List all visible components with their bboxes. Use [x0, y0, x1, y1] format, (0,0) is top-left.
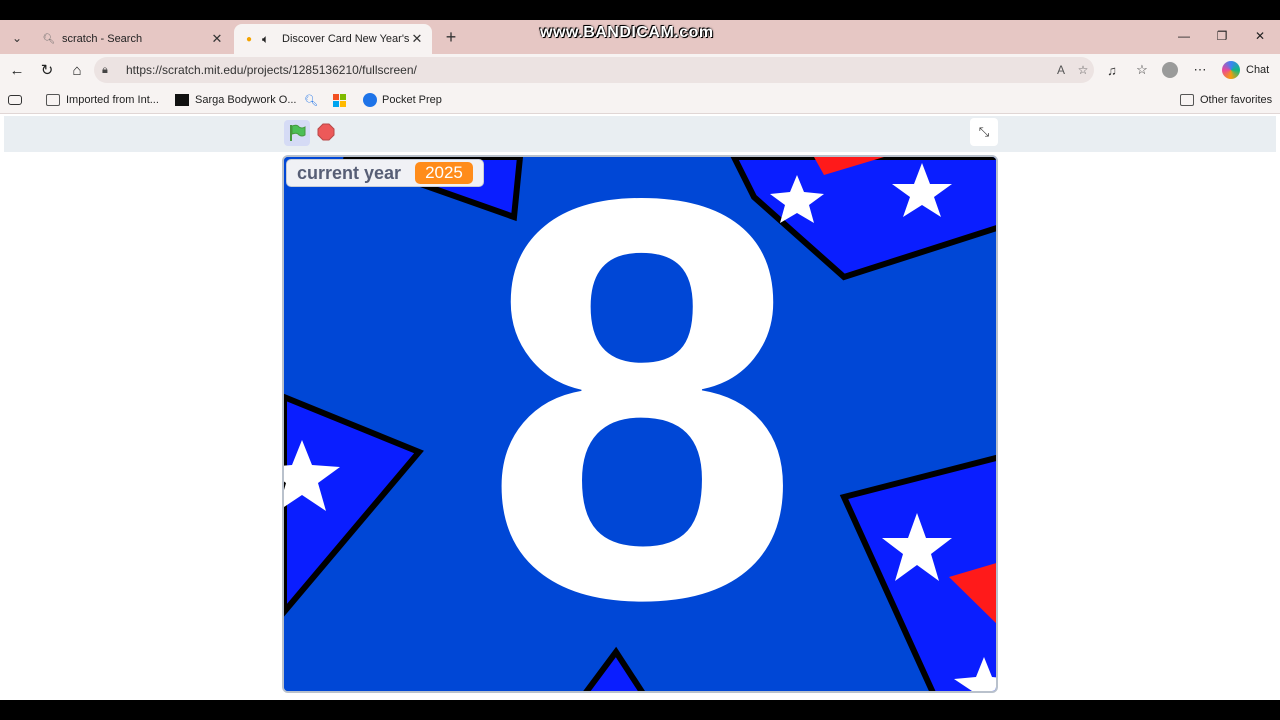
- bookmark-sarga[interactable]: Sarga Bodywork O...: [175, 91, 297, 109]
- bookmark-search[interactable]: 🔍︎: [304, 91, 318, 109]
- bookmark-label: Imported from Int...: [66, 94, 159, 106]
- restore-icon: ❐: [1216, 29, 1228, 43]
- bookmark-label: Other favorites: [1200, 94, 1273, 106]
- restore-button[interactable]: ❐: [1210, 26, 1234, 46]
- stop-icon: [317, 123, 335, 141]
- home-button[interactable]: ⌂: [66, 59, 88, 81]
- chat-label: Chat: [1246, 64, 1270, 76]
- bookmark-imported[interactable]: Imported from Int...: [46, 91, 159, 109]
- copilot-chat-button[interactable]: Chat: [1222, 59, 1269, 81]
- arrow-left-icon: ←: [9, 61, 25, 79]
- pocket-prep-icon: [363, 93, 377, 107]
- profile-avatar[interactable]: [1160, 60, 1180, 80]
- search-icon: 🔍︎: [42, 33, 56, 45]
- site-info-icon[interactable]: 🔒︎: [102, 64, 118, 77]
- exit-fullscreen-button[interactable]: ⤡: [970, 118, 998, 146]
- refresh-button[interactable]: ↻: [36, 59, 58, 81]
- read-aloud-icon[interactable]: A: [1050, 63, 1072, 77]
- search-icon: 🔍︎: [304, 94, 318, 107]
- chevron-down-icon: ⌄: [11, 31, 23, 45]
- plus-icon: +: [445, 26, 457, 47]
- close-window-button[interactable]: ✕: [1248, 26, 1272, 46]
- back-button[interactable]: ←: [6, 59, 28, 81]
- microsoft-icon: [333, 93, 346, 107]
- more-options-icon[interactable]: ⋯: [1190, 60, 1210, 80]
- monitor-value: 2025: [415, 162, 473, 184]
- tab-actions-menu-button[interactable]: ⌄: [6, 27, 28, 49]
- green-flag-icon: [290, 124, 306, 141]
- close-icon[interactable]: ✕: [210, 31, 224, 47]
- minimize-button[interactable]: —: [1172, 26, 1196, 46]
- variable-monitor-current-year[interactable]: current year 2025: [286, 159, 484, 187]
- bookmark-label: Pocket Prep: [382, 94, 442, 106]
- folder-icon: [46, 94, 60, 106]
- sarga-favicon-icon: [175, 94, 189, 106]
- favorite-star-icon[interactable]: ☆: [1072, 63, 1094, 77]
- address-bar[interactable]: 🔒︎ https://scratch.mit.edu/projects/1285…: [94, 57, 1094, 83]
- url-text[interactable]: https://scratch.mit.edu/projects/1285136…: [126, 63, 1050, 77]
- new-tab-button[interactable]: +: [440, 26, 462, 48]
- scratch-favicon-icon: ●: [245, 33, 253, 45]
- tab-strip: ⌄ 🔍︎ scratch - Search ✕ ● 🔈︎ Discover Ca…: [0, 20, 1280, 54]
- navigation-toolbar: ← ↻ ⌂ 🔒︎ https://scratch.mit.edu/project…: [0, 54, 1280, 86]
- tab-scratch-search[interactable]: 🔍︎ scratch - Search ✕: [34, 24, 232, 54]
- bookmark-label: Sarga Bodywork O...: [195, 94, 297, 106]
- green-flag-button[interactable]: [284, 120, 310, 146]
- big-digit: 8: [483, 155, 801, 693]
- close-icon[interactable]: ✕: [410, 31, 424, 47]
- bandicam-watermark: www.BANDICAM.com: [540, 24, 714, 41]
- minimize-icon: —: [1178, 29, 1190, 43]
- scratch-stage[interactable]: 8 current year 2025: [282, 155, 998, 693]
- stop-button[interactable]: [316, 122, 336, 142]
- favorites-icon[interactable]: ☆: [1132, 60, 1152, 80]
- copilot-icon: [1222, 61, 1240, 79]
- bookmarks-bar: Imported from Int... Sarga Bodywork O...…: [0, 86, 1280, 114]
- media-control-icon[interactable]: ♫: [1102, 60, 1122, 80]
- close-icon: ✕: [1254, 29, 1266, 43]
- video-letterbox-bottom: [0, 700, 1280, 720]
- tab-title: Discover Card New Year's Cou: [282, 33, 410, 45]
- browser-window: ⌄ 🔍︎ scratch - Search ✕ ● 🔈︎ Discover Ca…: [0, 20, 1280, 700]
- refresh-icon: ↻: [40, 62, 54, 79]
- video-letterbox-top: [0, 0, 1280, 20]
- bookmark-other-favorites[interactable]: Other favorites: [1180, 91, 1272, 109]
- exit-fullscreen-icon: ⤡: [978, 124, 990, 139]
- monitor-label: current year: [297, 162, 402, 183]
- speaker-icon[interactable]: 🔈︎: [262, 32, 276, 47]
- bookmark-pocket-prep[interactable]: Pocket Prep: [363, 91, 442, 109]
- collections-icon: [8, 95, 22, 105]
- tab-discover-card[interactable]: ● 🔈︎ Discover Card New Year's Cou ✕: [234, 24, 432, 54]
- collections-button[interactable]: [8, 91, 22, 109]
- tab-title: scratch - Search: [62, 33, 143, 45]
- bookmark-microsoft[interactable]: [333, 91, 346, 109]
- scratch-controls-bar: ⤡: [4, 116, 1276, 152]
- home-icon: ⌂: [72, 61, 82, 79]
- folder-icon: [1180, 94, 1194, 106]
